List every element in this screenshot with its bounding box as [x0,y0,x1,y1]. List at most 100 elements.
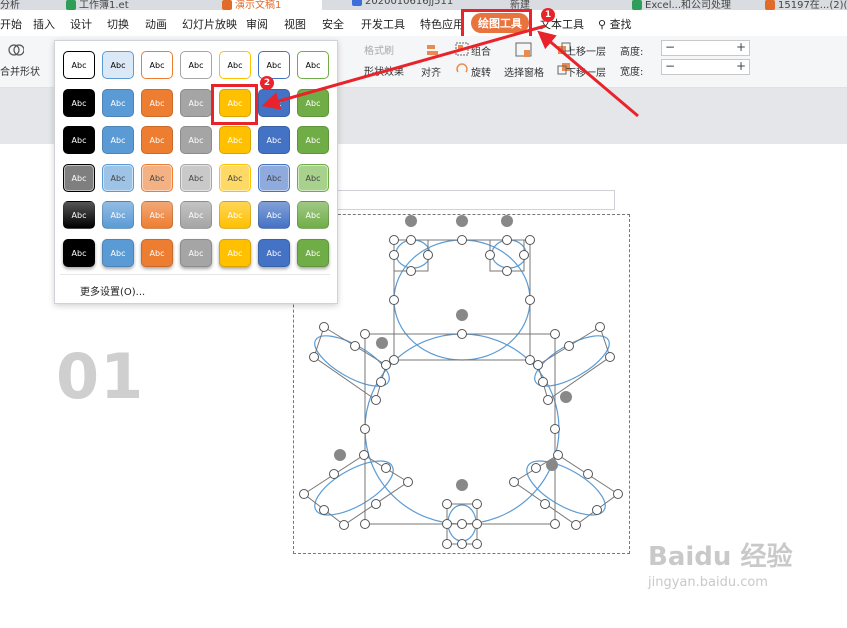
selection-pane-button[interactable]: 选择窗格 [504,64,544,79]
menu-special[interactable]: 特色应用 [420,16,464,32]
width-label: 宽度: [620,67,644,78]
shape-style-option[interactable]: Abc [297,126,329,154]
menu-design[interactable]: 设计 [70,16,92,32]
shape-style-option[interactable]: Abc [102,88,134,117]
shape-style-option[interactable]: Abc [63,201,95,229]
spreadsheet-icon [632,0,642,10]
shape-style-option[interactable]: Abc [180,238,212,267]
menu-view[interactable]: 视图 [284,16,306,32]
group-icon [455,42,469,56]
shape-style-option[interactable]: Abc [297,163,329,192]
plus-icon[interactable]: + [734,41,748,55]
selected-style-highlight [211,84,258,125]
document-icon [352,0,362,6]
doc-tab[interactable]: Excel...和公司处理 [632,0,731,10]
shape-style-option[interactable]: Abc [102,163,134,192]
shape-style-option[interactable]: Abc [297,238,329,267]
resize-handles[interactable] [299,235,623,549]
shape-style-option[interactable]: Abc [102,238,134,267]
plus-icon[interactable]: + [734,60,748,74]
step-badge: 1 [541,8,555,22]
menu-find[interactable]: ⚲ 查找 [598,16,632,32]
shape-style-option[interactable]: Abc [63,126,95,154]
watermark-brand: Baidu 经验 [648,542,793,572]
menu-start[interactable]: 开始 [0,16,22,32]
slide-number: 01 [56,340,145,413]
shape-style-option[interactable]: Abc [63,238,95,267]
ribbon-menu-bar: 开始 插入 设计 切换 动画 幻灯片放映 审阅 视图 安全 开发工具 特色应用 … [0,10,847,36]
shape-style-option[interactable]: Abc [141,238,173,267]
group-button[interactable]: 组合 [471,43,491,58]
menu-insert[interactable]: 插入 [33,16,55,32]
shape-style-option[interactable]: Abc [63,163,95,192]
shape-style-option[interactable]: Abc [258,126,290,154]
height-label: 高度: [620,47,644,58]
shape-style-option[interactable]: Abc [180,163,212,192]
rotate-button[interactable]: 旋转 [471,64,491,79]
shape-style-option[interactable]: Abc [63,88,95,117]
shape-style-gallery: Abc Abc Abc Abc Abc Abc Abc Abc Abc Abc Abc Abc Abc A… [54,40,338,304]
shape-style-option[interactable]: Abc [141,163,173,192]
shape-style-option[interactable]: Abc [102,126,134,154]
shape-style-option[interactable]: Abc [258,88,290,117]
bear-outline [299,215,623,549]
bring-forward-button[interactable]: 上移一层 [566,43,606,58]
format-brush-button[interactable]: 格式刷 [364,42,394,57]
doc-tab[interactable]: 15197在...(2)(1) [765,0,847,10]
shape-style-option[interactable]: Abc [297,51,329,79]
shape-style-option[interactable]: Abc [219,238,251,267]
shape-style-option[interactable]: Abc [258,163,290,192]
presentation-icon [222,0,232,10]
minus-icon[interactable]: − [663,41,677,55]
shape-style-option[interactable]: Abc [180,126,212,154]
shape-style-option[interactable]: Abc [102,51,134,79]
baidu-watermark: Baidu 经验 jingyan.baidu.com [648,536,792,590]
align-button[interactable]: 对齐 [421,64,441,79]
shape-style-option[interactable]: Abc [180,88,212,117]
shape-style-option[interactable]: Abc [297,201,329,229]
shape-style-option[interactable]: Abc [219,201,251,229]
shape-style-option[interactable]: Abc [180,201,212,229]
step-badge: 2 [260,76,274,90]
align-icon [427,45,438,55]
selection-pane-icon [515,42,532,57]
merge-shapes-icon[interactable] [8,42,24,58]
menu-review[interactable]: 审阅 [246,16,268,32]
shape-style-option[interactable]: Abc [141,126,173,154]
watermark-url: jingyan.baidu.com [648,575,768,590]
send-backward-button[interactable]: 下移一层 [566,64,606,79]
shape-style-option[interactable]: Abc [141,201,173,229]
doc-tab[interactable]: 2020010616jj511 [352,0,453,10]
shape-style-option[interactable]: Abc [180,51,212,79]
shape-style-option[interactable]: Abc [102,201,134,229]
merge-shapes-label[interactable]: 合并形状 [0,63,40,78]
doc-tab-active[interactable]: 演示文稿1 [222,0,322,10]
width-input[interactable]: − + [661,59,750,75]
shape-style-option[interactable]: Abc [219,163,251,192]
height-input[interactable]: − + [661,40,750,56]
doc-tab[interactable]: 工作簿1.et [66,0,129,10]
presentation-icon [765,0,775,10]
menu-security[interactable]: 安全 [322,16,344,32]
more-settings-link[interactable]: 更多设置(O)... [80,283,145,298]
shape-style-option[interactable]: Abc [141,88,173,117]
shape-style-option[interactable]: Abc [258,201,290,229]
bear-shape-group[interactable] [293,214,630,554]
shape-style-option[interactable]: Abc [258,51,290,79]
menu-slideshow[interactable]: 幻灯片放映 [182,16,237,32]
gallery-divider [60,274,330,275]
shape-style-option[interactable]: Abc [141,51,173,79]
spreadsheet-icon [66,0,76,10]
minus-icon[interactable]: − [663,60,677,74]
document-tab-strip: 分析 工作簿1.et 演示文稿1 2020010616jj511 新建 Exce… [0,0,847,10]
menu-transition[interactable]: 切换 [107,16,129,32]
shape-style-option[interactable]: Abc [219,126,251,154]
shape-style-option[interactable]: Abc [258,238,290,267]
shape-style-option[interactable]: Abc [63,51,95,79]
doc-tab[interactable]: 分析 [0,0,20,10]
shape-style-option[interactable]: Abc [297,88,329,117]
shape-style-option[interactable]: Abc [219,51,251,79]
shape-effect-button[interactable]: 形状效果 [364,63,404,78]
menu-animation[interactable]: 动画 [145,16,167,32]
menu-developer[interactable]: 开发工具 [361,16,405,32]
